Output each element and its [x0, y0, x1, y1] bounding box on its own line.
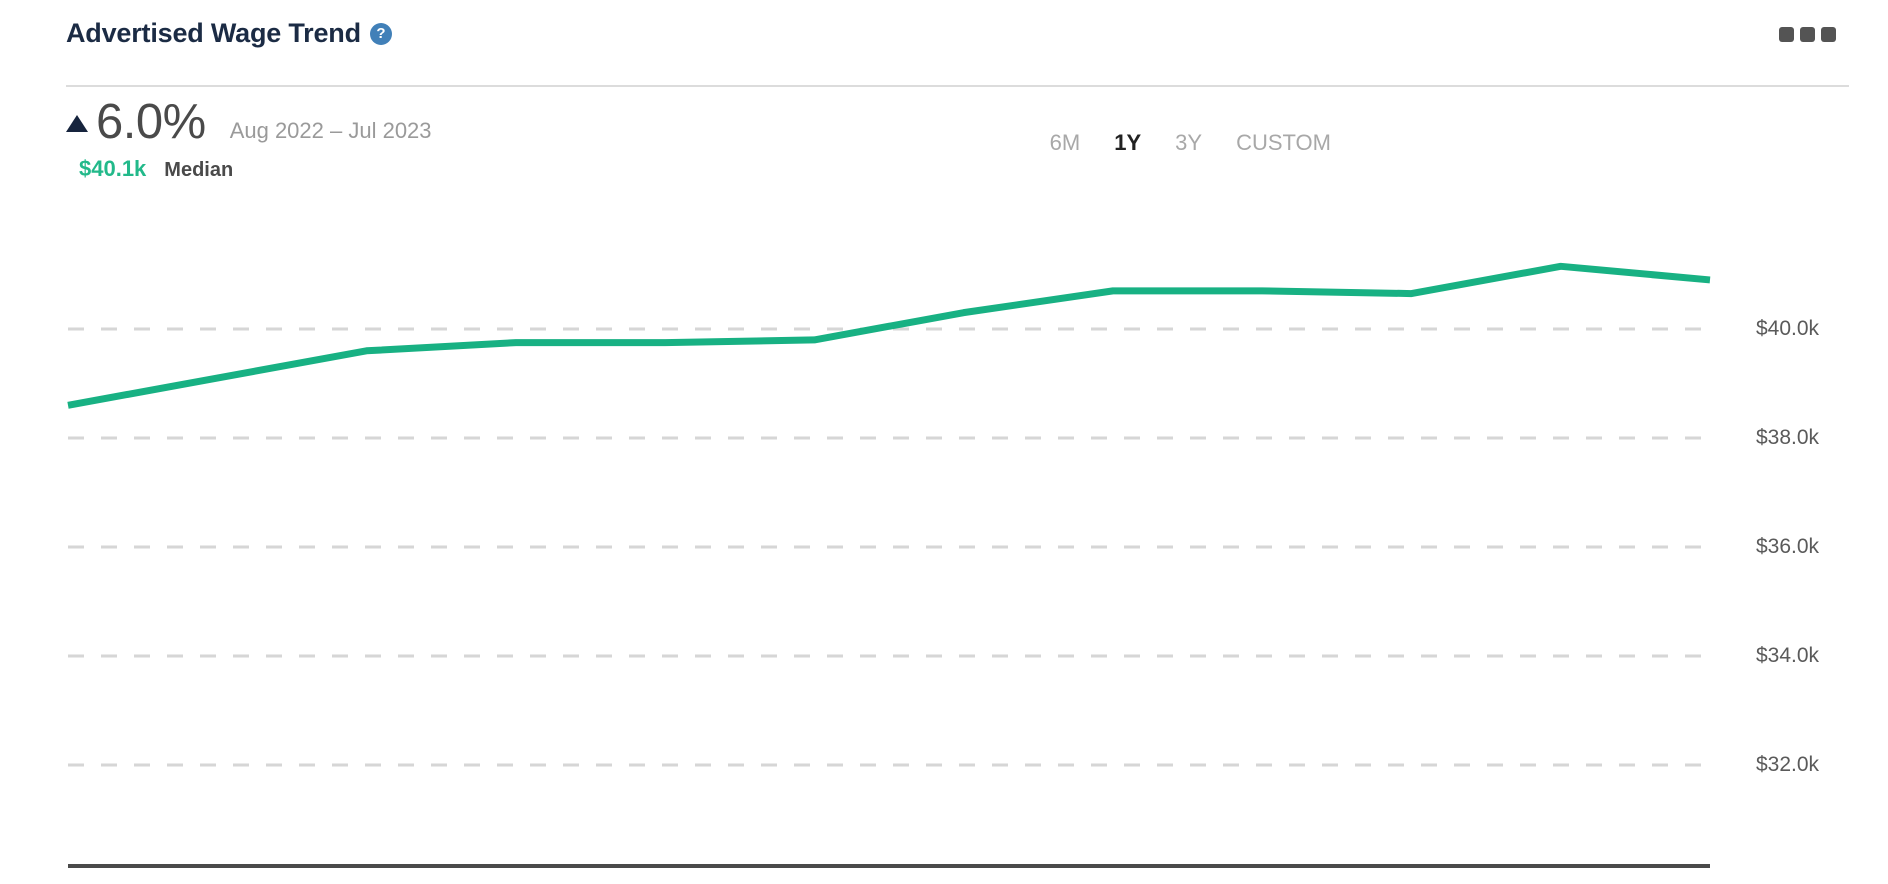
y-axis-tick-label: $38.0k: [1756, 426, 1820, 449]
y-axis-labels: $40.0k $38.0k $36.0k $34.0k $32.0k: [1756, 200, 1886, 884]
page-title-text: Advertised Wage Trend: [66, 18, 361, 48]
range-option-1y[interactable]: 1Y: [1097, 130, 1158, 156]
y-axis-tick-label: $34.0k: [1756, 644, 1820, 667]
median-value: $40.1k: [79, 156, 147, 181]
advertised-wage-trend-card: Advertised Wage Trend? 6.0% Aug 2022 – J…: [0, 0, 1888, 884]
range-option-custom[interactable]: CUSTOM: [1219, 130, 1348, 156]
menu-dot: [1800, 26, 1815, 42]
time-range-selector[interactable]: 6M 1Y 3Y CUSTOM: [1033, 130, 1348, 156]
chart-area: $40.0k $38.0k $36.0k $34.0k $32.0k: [0, 200, 1888, 884]
card-header: Advertised Wage Trend?: [0, 0, 1888, 87]
wage-trend-line[interactable]: [67, 262, 1711, 409]
menu-dot: [1779, 26, 1794, 42]
y-axis-tick-label: $36.0k: [1756, 535, 1820, 558]
trend-summary: 6.0% Aug 2022 – Jul 2023: [66, 96, 432, 157]
menu-dot: [1821, 26, 1836, 42]
more-horizontal-icon[interactable]: [1772, 22, 1836, 46]
date-range-label: Aug 2022 – Jul 2023: [229, 118, 432, 143]
trend-up-arrow-icon: [66, 115, 88, 132]
wage-trend-line-chart[interactable]: [0, 200, 1888, 884]
y-axis-tick-label: $40.0k: [1756, 317, 1820, 340]
help-circle-icon[interactable]: ?: [369, 23, 392, 45]
median-summary: $40.1k Median: [79, 156, 233, 182]
y-axis-tick-label: $32.0k: [1756, 753, 1820, 776]
range-option-6m[interactable]: 6M: [1033, 130, 1098, 156]
percent-change-value: 6.0%: [96, 95, 206, 149]
median-label: Median: [164, 159, 234, 181]
summary-stats: 6.0% Aug 2022 – Jul 2023 $40.1k Median: [66, 96, 966, 196]
page-title: Advertised Wage Trend?: [66, 18, 392, 49]
range-option-3y[interactable]: 3Y: [1158, 130, 1219, 156]
header-divider: [66, 85, 1849, 87]
